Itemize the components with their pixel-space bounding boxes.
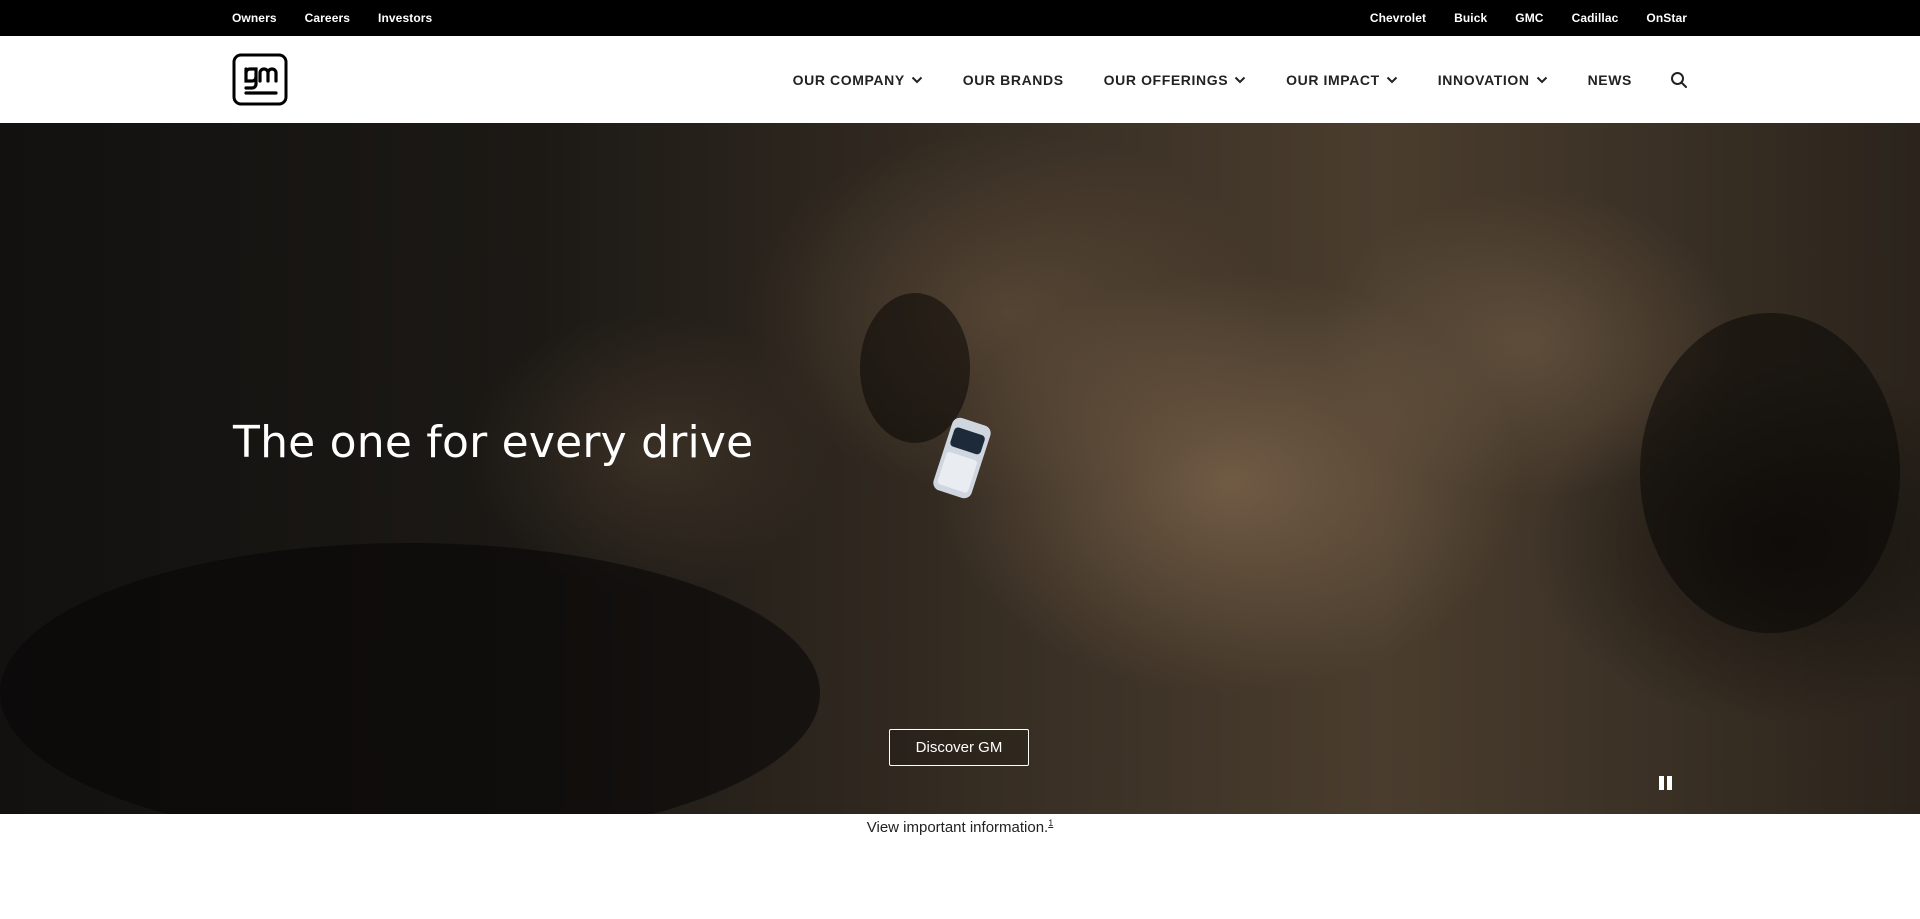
pause-icon-bar <box>1667 776 1672 790</box>
chevron-down-icon <box>1536 76 1547 83</box>
nav-item-our-offerings[interactable]: OUR OFFERINGS <box>1104 72 1246 88</box>
hero-title: The one for every drive <box>233 417 754 468</box>
hero-video: The one for every drive Discover GM <box>0 123 1920 814</box>
nav-item-label: NEWS <box>1587 71 1632 88</box>
nav-item-our-impact[interactable]: OUR IMPACT <box>1286 72 1398 88</box>
hero-shadow-shape <box>1640 313 1900 633</box>
nav-item-label: OUR OFFERINGS <box>1103 71 1229 88</box>
utility-links-right: Chevrolet Buick GMC Cadillac OnStar <box>1370 0 1687 36</box>
search-button[interactable] <box>1670 71 1688 89</box>
brand-link-buick[interactable]: Buick <box>1454 11 1487 25</box>
nav-item-our-company[interactable]: OUR COMPANY <box>793 72 923 88</box>
important-info-text: View important information. <box>866 819 1049 836</box>
important-info: View important information.1 <box>0 818 1920 836</box>
brand-link-chevrolet[interactable]: Chevrolet <box>1370 11 1426 25</box>
chevron-down-icon <box>911 76 922 83</box>
utility-links-left: Owners Careers Investors <box>232 0 432 36</box>
nav-item-news[interactable]: NEWS <box>1588 72 1632 88</box>
footnote-marker: 1 <box>1048 818 1054 828</box>
chevron-down-icon <box>1386 76 1397 83</box>
primary-nav-items: OUR COMPANY OUR BRANDS OUR OFFERINGS OUR… <box>793 36 1688 123</box>
nav-item-label: INNOVATION <box>1437 71 1530 88</box>
nav-item-our-brands[interactable]: OUR BRANDS <box>963 72 1064 88</box>
gm-logo-icon <box>232 53 288 106</box>
nav-item-label: OUR BRANDS <box>962 71 1064 88</box>
hero-shadow-shape <box>0 543 820 814</box>
pause-icon <box>1659 776 1664 790</box>
main-nav: OUR COMPANY OUR BRANDS OUR OFFERINGS OUR… <box>0 36 1920 124</box>
important-info-link[interactable]: View important information.1 <box>866 818 1054 836</box>
search-icon <box>1671 71 1687 88</box>
discover-gm-button[interactable]: Discover GM <box>889 729 1029 766</box>
pause-button[interactable] <box>1658 775 1674 791</box>
utility-link-owners[interactable]: Owners <box>232 11 277 25</box>
chevron-down-icon <box>1234 76 1246 83</box>
nav-item-innovation[interactable]: INNOVATION <box>1438 72 1548 88</box>
gm-logo[interactable] <box>232 53 288 106</box>
brand-link-cadillac[interactable]: Cadillac <box>1572 11 1619 25</box>
utility-link-investors[interactable]: Investors <box>378 11 432 25</box>
brand-link-onstar[interactable]: OnStar <box>1646 11 1687 25</box>
nav-item-label: OUR COMPANY <box>792 71 905 88</box>
utility-link-careers[interactable]: Careers <box>305 11 350 25</box>
brand-link-gmc[interactable]: GMC <box>1515 11 1543 25</box>
utility-bar: Owners Careers Investors Chevrolet Buick… <box>0 0 1920 36</box>
nav-item-label: OUR IMPACT <box>1286 71 1380 88</box>
